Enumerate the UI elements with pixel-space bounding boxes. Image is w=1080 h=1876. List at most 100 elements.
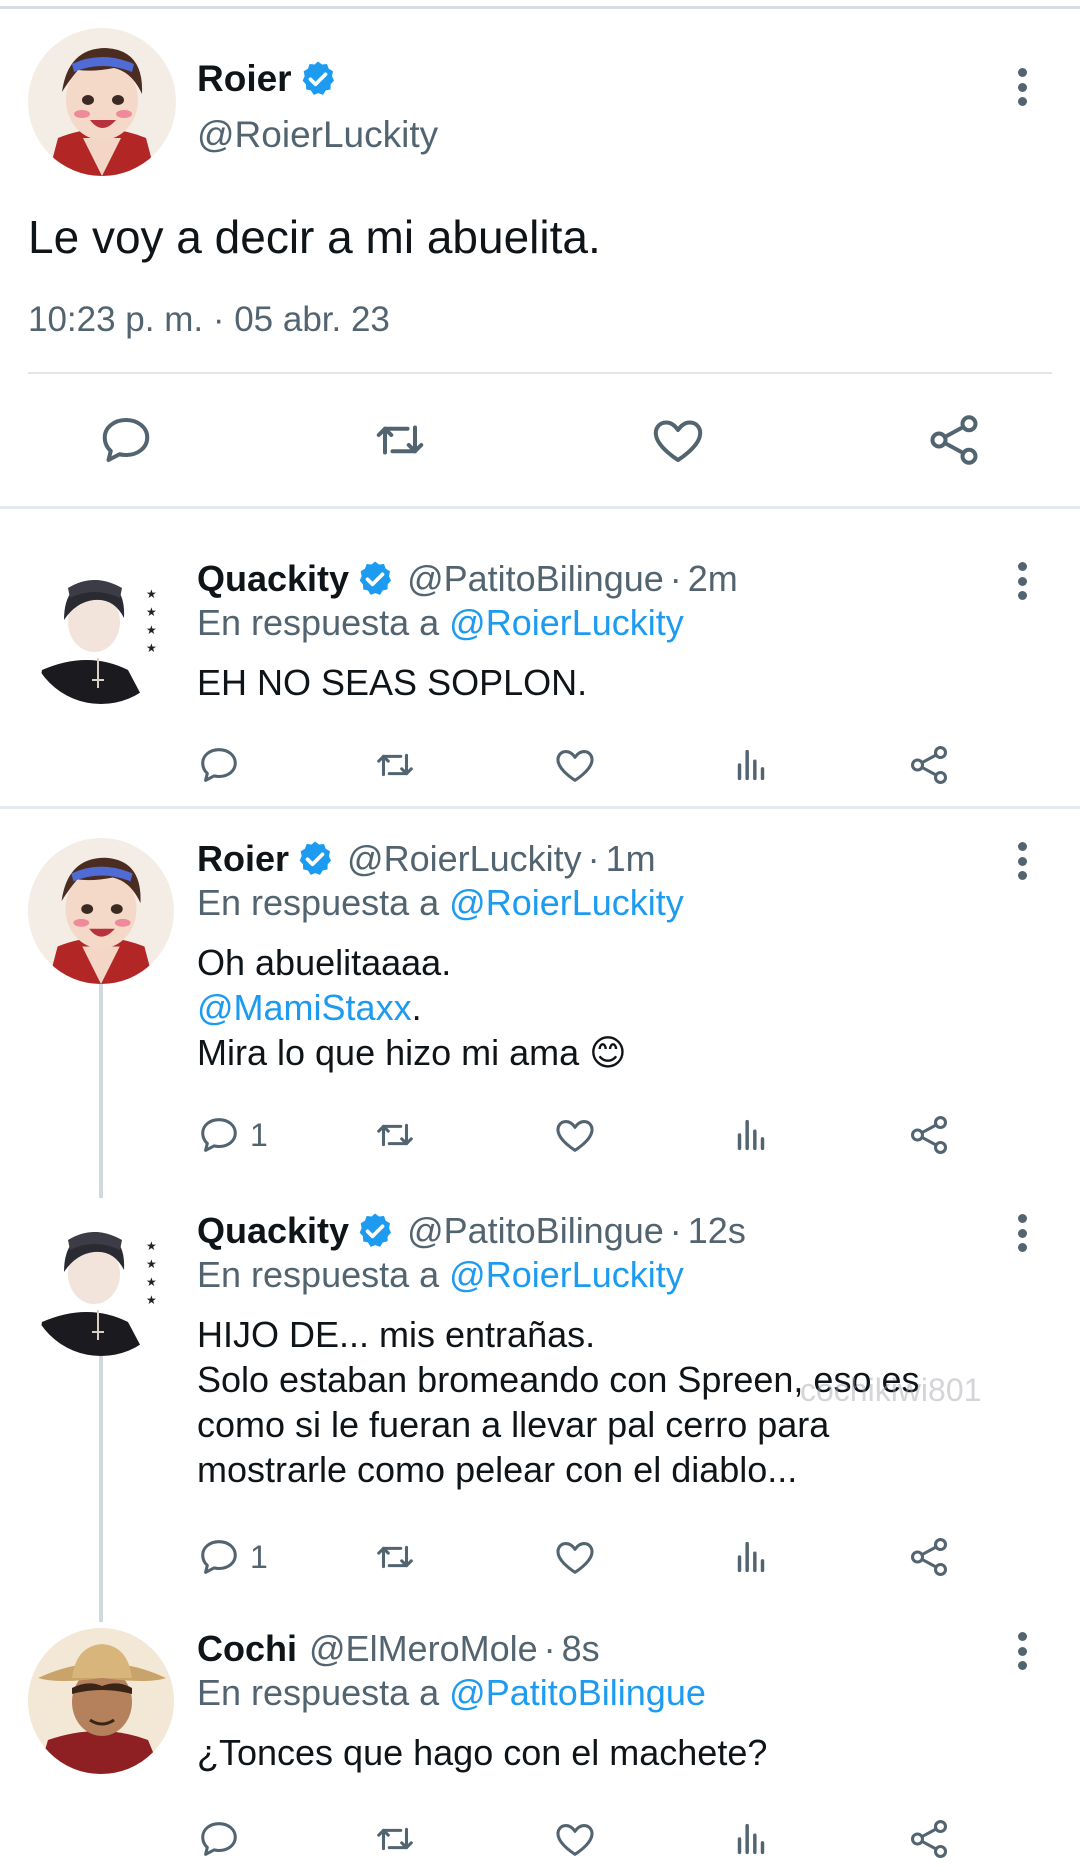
in-reply-prefix: En respuesta a	[197, 602, 440, 643]
main-tweet: Roier @RoierLuckity Le voy a decir a mi …	[0, 10, 1080, 508]
separator-dot: ·	[587, 838, 600, 879]
retweet-icon[interactable]	[372, 1110, 418, 1160]
svg-text:★: ★	[146, 1239, 157, 1253]
reply-author-name[interactable]: Quackity	[197, 1210, 349, 1252]
reply-text: Oh abuelitaaaa. @MamiStaxx. Mira lo que …	[197, 940, 627, 1075]
reply-text-line: EH NO SEAS SOPLON.	[197, 662, 588, 703]
in-reply-prefix: En respuesta a	[197, 882, 440, 923]
avatar-quackity[interactable]: ★ ★ ★ ★	[28, 1210, 174, 1356]
in-reply-mention-link[interactable]: @RoierLuckity	[449, 602, 684, 643]
reply-icon[interactable]: 1	[196, 1110, 268, 1160]
separator-dot: ·	[669, 558, 682, 599]
reply-time[interactable]: 12s	[688, 1210, 746, 1252]
reply-author-handle[interactable]: @PatitoBilingue	[407, 1210, 664, 1252]
section-divider	[0, 806, 1080, 809]
in-reply-to: En respuesta a @RoierLuckity	[197, 1254, 684, 1296]
avatar-quackity[interactable]: ★ ★ ★ ★	[28, 558, 174, 704]
reply-time[interactable]: 1m	[606, 838, 656, 880]
in-reply-to: En respuesta a @PatitoBilingue	[197, 1672, 706, 1714]
reply-icon[interactable]	[196, 1814, 250, 1864]
reply-author-handle[interactable]: @RoierLuckity	[347, 838, 582, 880]
share-icon[interactable]	[906, 1110, 952, 1160]
analytics-icon[interactable]	[728, 1532, 774, 1582]
reply-count: 1	[250, 1116, 268, 1153]
reply-text: ¿Tonces que hago con el machete?	[197, 1730, 767, 1775]
retweet-icon[interactable]	[372, 1814, 418, 1864]
in-reply-prefix: En respuesta a	[197, 1254, 440, 1295]
more-options-icon[interactable]	[1016, 68, 1028, 106]
share-icon[interactable]	[906, 1814, 952, 1864]
reply-count: 1	[250, 1538, 268, 1575]
author-row: Roier	[197, 58, 338, 100]
reply-author-name[interactable]: Cochi	[197, 1628, 297, 1670]
more-options-icon[interactable]	[1016, 1214, 1028, 1252]
reply-text: EH NO SEAS SOPLON.	[197, 660, 587, 705]
like-icon[interactable]	[552, 1110, 598, 1160]
analytics-icon[interactable]	[728, 740, 774, 790]
avatar-roier[interactable]	[28, 28, 176, 176]
watermark: cochikiwi801	[800, 1372, 982, 1408]
reply-author-handle[interactable]: @ElMeroMole	[309, 1628, 538, 1670]
in-reply-mention-link[interactable]: @RoierLuckity	[449, 1254, 684, 1295]
more-options-icon[interactable]	[1016, 842, 1028, 880]
reply-text-line: @MamiStaxx.	[197, 985, 627, 1030]
reply-time[interactable]: 2m	[688, 558, 738, 600]
like-icon[interactable]	[648, 410, 708, 470]
reply-actions-bar: 1	[190, 1532, 990, 1584]
svg-text:★: ★	[146, 623, 157, 637]
in-reply-mention-link[interactable]: @PatitoBilingue	[449, 1672, 706, 1713]
reply-text-line: mostrarle como pelear con el diablo...	[197, 1449, 798, 1490]
analytics-icon[interactable]	[728, 1110, 774, 1160]
svg-text:★: ★	[146, 587, 157, 601]
verified-badge-icon	[355, 1211, 395, 1251]
like-icon[interactable]	[552, 1814, 598, 1864]
tweet-text: Le voy a decir a mi abuelita.	[28, 211, 601, 263]
reply-author-name[interactable]: Roier	[197, 838, 289, 880]
reply-tweet: ★ ★ ★ ★ Quackity @PatitoBilingue · 12s E…	[0, 1210, 1080, 1610]
reply-icon[interactable]	[196, 740, 250, 790]
punctuation: .	[411, 987, 422, 1028]
reply-actions-bar	[190, 740, 990, 792]
avatar-cochi[interactable]	[28, 1628, 174, 1774]
in-reply-mention-link[interactable]: @RoierLuckity	[449, 882, 684, 923]
retweet-icon[interactable]	[372, 740, 418, 790]
reply-text-line: Oh abuelitaaaa.	[197, 942, 452, 983]
reply-header: Quackity @PatitoBilingue · 12s	[197, 1210, 746, 1252]
separator-dot: ·	[543, 1628, 556, 1669]
reply-tweet: Roier @RoierLuckity · 1m En respuesta a …	[0, 838, 1080, 1178]
share-icon[interactable]	[906, 1532, 952, 1582]
author-handle[interactable]: @RoierLuckity	[197, 114, 438, 156]
reply-author-handle[interactable]: @PatitoBilingue	[407, 558, 664, 600]
avatar-roier[interactable]	[28, 838, 174, 984]
in-reply-prefix: En respuesta a	[197, 1672, 440, 1713]
share-icon[interactable]	[924, 410, 984, 470]
like-icon[interactable]	[552, 740, 598, 790]
svg-text:★: ★	[146, 1275, 157, 1289]
more-options-icon[interactable]	[1016, 562, 1028, 600]
in-reply-to: En respuesta a @RoierLuckity	[197, 882, 684, 924]
top-divider	[0, 6, 1080, 9]
analytics-icon[interactable]	[728, 1814, 774, 1864]
reply-actions-bar	[190, 1814, 990, 1866]
reply-time[interactable]: 8s	[562, 1628, 600, 1670]
reply-tweet: ★ ★ ★ ★ Quackity @PatitoBilingue · 2m En…	[0, 558, 1080, 806]
retweet-icon[interactable]	[372, 1532, 418, 1582]
main-actions-bar	[0, 410, 1080, 490]
actions-divider	[28, 372, 1052, 374]
more-options-icon[interactable]	[1016, 1632, 1028, 1670]
like-icon[interactable]	[552, 1532, 598, 1582]
author-name[interactable]: Roier	[197, 58, 292, 100]
section-divider	[0, 506, 1080, 509]
share-icon[interactable]	[906, 740, 952, 790]
retweet-icon[interactable]	[370, 410, 430, 470]
reply-icon[interactable]: 1	[196, 1532, 268, 1582]
reply-header: Cochi @ElMeroMole · 8s	[197, 1628, 600, 1670]
reply-author-name[interactable]: Quackity	[197, 558, 349, 600]
verified-badge-icon	[355, 559, 395, 599]
verified-badge-icon	[295, 839, 335, 879]
reply-text-line: HIJO DE... mis entrañas.	[197, 1314, 596, 1355]
reply-icon[interactable]	[96, 410, 156, 470]
tweet-timestamp[interactable]: 10:23 p. m. · 05 abr. 23	[28, 300, 390, 340]
svg-text:★: ★	[146, 1257, 157, 1271]
mention-link[interactable]: @MamiStaxx	[197, 987, 412, 1028]
